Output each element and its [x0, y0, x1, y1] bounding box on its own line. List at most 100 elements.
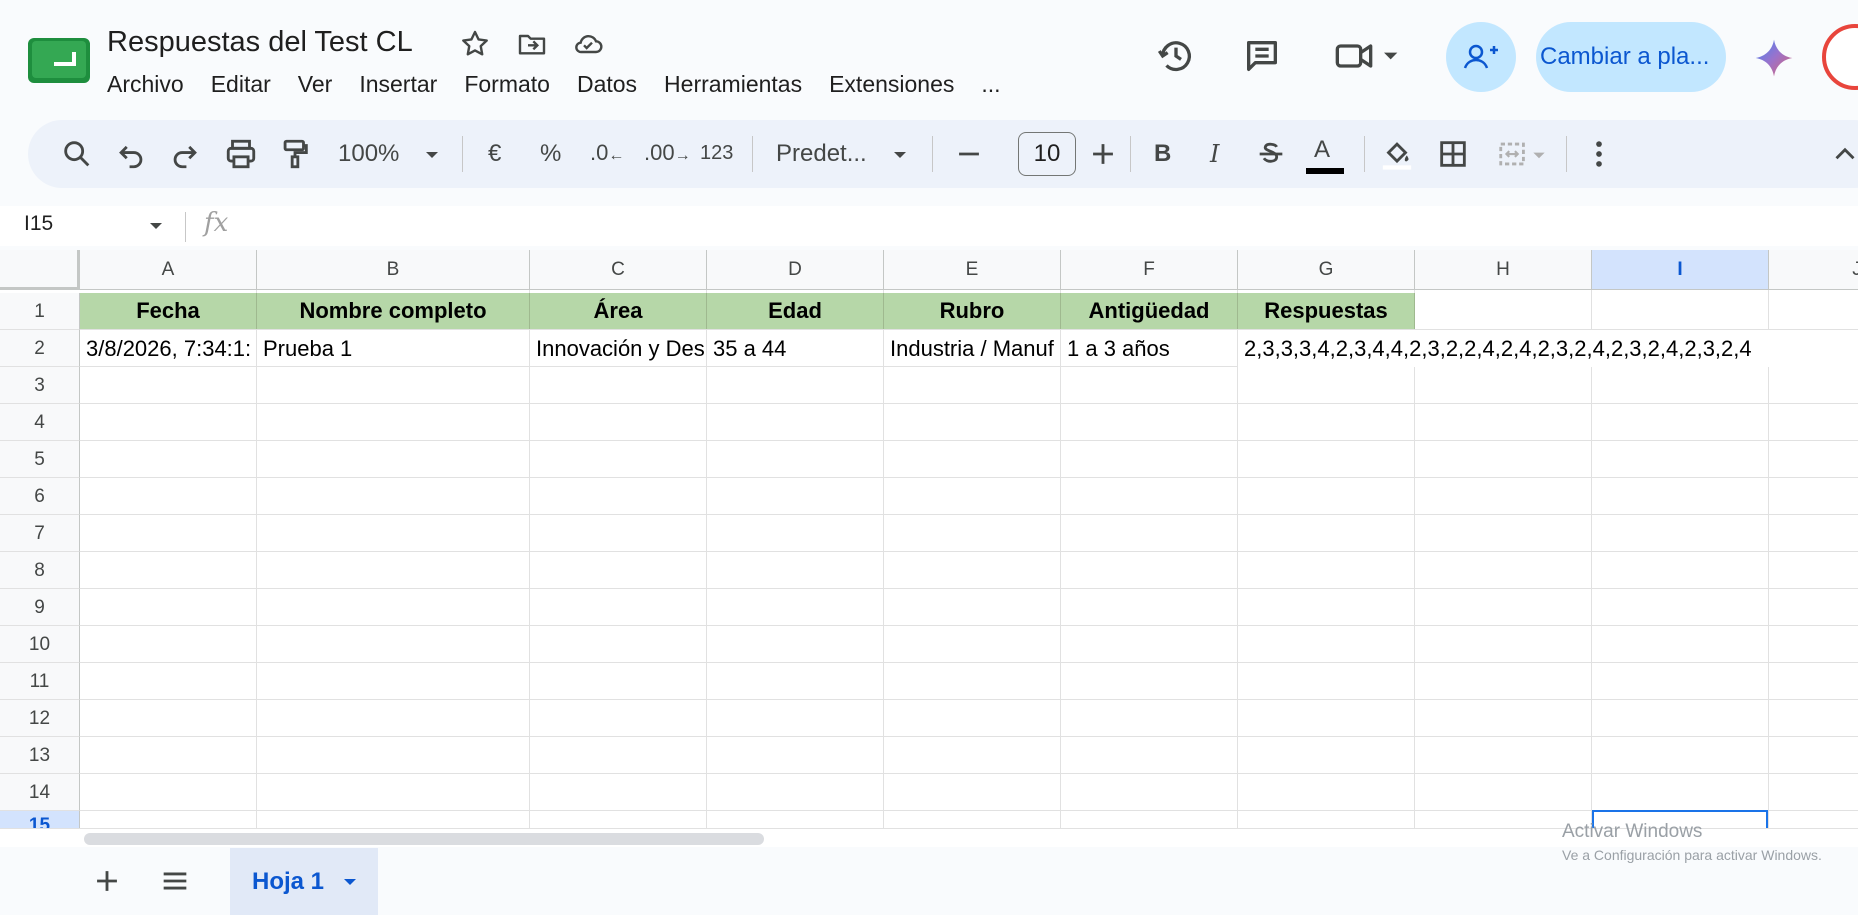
data-cell[interactable]: Industria / Manuf: [884, 330, 1061, 367]
row-header-selected[interactable]: 15: [0, 811, 80, 828]
star-icon[interactable]: [459, 28, 491, 60]
bold-button[interactable]: B: [1154, 140, 1171, 168]
column-header-i[interactable]: I: [1592, 250, 1769, 290]
name-box-dropdown-icon[interactable]: [146, 208, 166, 242]
fill-color-icon[interactable]: [1380, 137, 1414, 171]
row-header[interactable]: 8: [0, 552, 80, 589]
column-header-c[interactable]: C: [530, 250, 707, 290]
move-folder-icon[interactable]: [516, 28, 548, 60]
version-history-icon[interactable]: [1156, 36, 1196, 76]
menu-bar: Archivo Editar Ver Insertar Formato Dato…: [107, 68, 1028, 100]
select-all-corner[interactable]: [0, 250, 80, 290]
increase-font-size-icon[interactable]: [1086, 137, 1120, 171]
scrollbar-thumb[interactable]: [84, 833, 764, 845]
add-sheet-icon[interactable]: [90, 864, 124, 898]
column-header-b[interactable]: B: [257, 250, 530, 290]
redo-icon[interactable]: [168, 137, 202, 171]
column-header-d[interactable]: D: [707, 250, 884, 290]
data-cell[interactable]: Innovación y Des: [530, 330, 707, 367]
row-header[interactable]: 13: [0, 737, 80, 774]
decrease-decimals-button[interactable]: .0←: [590, 140, 624, 166]
row-header[interactable]: 5: [0, 441, 80, 478]
zoom-select[interactable]: 100%: [338, 140, 399, 168]
text-color-button[interactable]: A: [1306, 136, 1344, 174]
spreadsheet-grid[interactable]: A B C D E F G H I J 1 2 3 4 5 6 7 8 9 10…: [0, 250, 1858, 828]
row-header[interactable]: 9: [0, 589, 80, 626]
menu-herramientas[interactable]: Herramientas: [664, 68, 816, 100]
sheets-logo-icon[interactable]: [28, 38, 90, 83]
merge-cells-icon[interactable]: [1494, 137, 1550, 171]
print-icon[interactable]: [224, 137, 258, 171]
account-avatar[interactable]: [1822, 24, 1858, 90]
column-header-j[interactable]: J: [1769, 250, 1858, 290]
header-cell-respuestas[interactable]: Respuestas: [1238, 293, 1415, 329]
row-header[interactable]: 7: [0, 515, 80, 552]
cloud-saved-icon[interactable]: [572, 28, 604, 60]
column-header-h[interactable]: H: [1415, 250, 1592, 290]
data-cell[interactable]: Prueba 1: [257, 330, 530, 367]
data-cell[interactable]: 35 a 44: [707, 330, 884, 367]
font-select[interactable]: Predet...: [776, 140, 867, 168]
data-cell[interactable]: 3/8/2026, 7:34:1:: [80, 330, 257, 367]
document-title[interactable]: Respuestas del Test CL: [107, 26, 413, 59]
switch-plan-button[interactable]: Cambiar a pla...: [1536, 22, 1726, 92]
data-cell[interactable]: 1 a 3 años: [1061, 330, 1238, 367]
menu-more[interactable]: ...: [981, 68, 1014, 100]
row-header[interactable]: 10: [0, 626, 80, 663]
column-header-a[interactable]: A: [80, 250, 257, 290]
sheet-tab-hoja-1[interactable]: Hoja 1: [230, 848, 378, 915]
meet-video-icon[interactable]: [1334, 36, 1404, 76]
menu-formato[interactable]: Formato: [464, 68, 564, 100]
row-header[interactable]: 2: [0, 330, 80, 367]
row-header[interactable]: 12: [0, 700, 80, 737]
sheet-tab-dropdown-icon[interactable]: [340, 864, 360, 898]
row-header[interactable]: 4: [0, 404, 80, 441]
row-header[interactable]: 14: [0, 774, 80, 811]
header-cell-edad[interactable]: Edad: [707, 293, 884, 329]
undo-icon[interactable]: [114, 137, 148, 171]
font-dropdown-icon[interactable]: [890, 137, 910, 171]
header-cell-antiguedad[interactable]: Antigüedad: [1061, 293, 1238, 329]
menu-editar[interactable]: Editar: [211, 68, 285, 100]
header-cell-rubro[interactable]: Rubro: [884, 293, 1061, 329]
more-options-icon[interactable]: [1582, 137, 1616, 171]
strikethrough-icon[interactable]: [1254, 137, 1288, 171]
row-header[interactable]: 11: [0, 663, 80, 700]
number-format-button[interactable]: 123: [700, 142, 733, 165]
name-box[interactable]: I15: [24, 212, 53, 236]
row-header[interactable]: 1: [0, 293, 80, 330]
menu-datos[interactable]: Datos: [577, 68, 651, 100]
header-cell-fecha[interactable]: Fecha: [80, 293, 257, 329]
sheet-tab-label: Hoja 1: [252, 868, 325, 895]
row-header[interactable]: 3: [0, 367, 80, 404]
zoom-dropdown-icon[interactable]: [422, 137, 442, 171]
header-cell-area[interactable]: Área: [530, 293, 707, 329]
row-header[interactable]: 6: [0, 478, 80, 515]
column-header-e[interactable]: E: [884, 250, 1061, 290]
currency-format-button[interactable]: €: [488, 140, 501, 168]
data-cell-respuestas[interactable]: 2,3,3,3,4,2,3,4,4,2,3,2,2,4,2,4,2,3,2,4,…: [1238, 330, 1858, 367]
menu-ver[interactable]: Ver: [298, 68, 347, 100]
search-icon[interactable]: [60, 137, 94, 171]
font-size-input[interactable]: 10: [1018, 132, 1076, 176]
italic-button[interactable]: I: [1210, 140, 1219, 168]
borders-icon[interactable]: [1436, 137, 1470, 171]
paint-format-icon[interactable]: [278, 137, 312, 171]
all-sheets-menu-icon[interactable]: [158, 864, 192, 898]
percent-format-button[interactable]: %: [540, 140, 561, 168]
decrease-font-size-icon[interactable]: [952, 137, 986, 171]
toolbar-divider: [1130, 136, 1131, 172]
column-header-g[interactable]: G: [1238, 250, 1415, 290]
comments-icon[interactable]: [1242, 36, 1282, 76]
increase-decimals-button[interactable]: .00→: [644, 140, 691, 166]
column-header-f[interactable]: F: [1061, 250, 1238, 290]
menu-extensiones[interactable]: Extensiones: [829, 68, 968, 100]
collapse-toolbar-icon[interactable]: [1828, 137, 1858, 171]
gemini-icon[interactable]: [1754, 38, 1794, 78]
toolbar-divider: [1364, 136, 1365, 172]
menu-insertar[interactable]: Insertar: [359, 68, 451, 100]
menu-archivo[interactable]: Archivo: [107, 68, 198, 100]
share-button[interactable]: [1446, 22, 1516, 92]
header-cell-nombre[interactable]: Nombre completo: [257, 293, 530, 329]
grid-line: [1414, 290, 1415, 828]
